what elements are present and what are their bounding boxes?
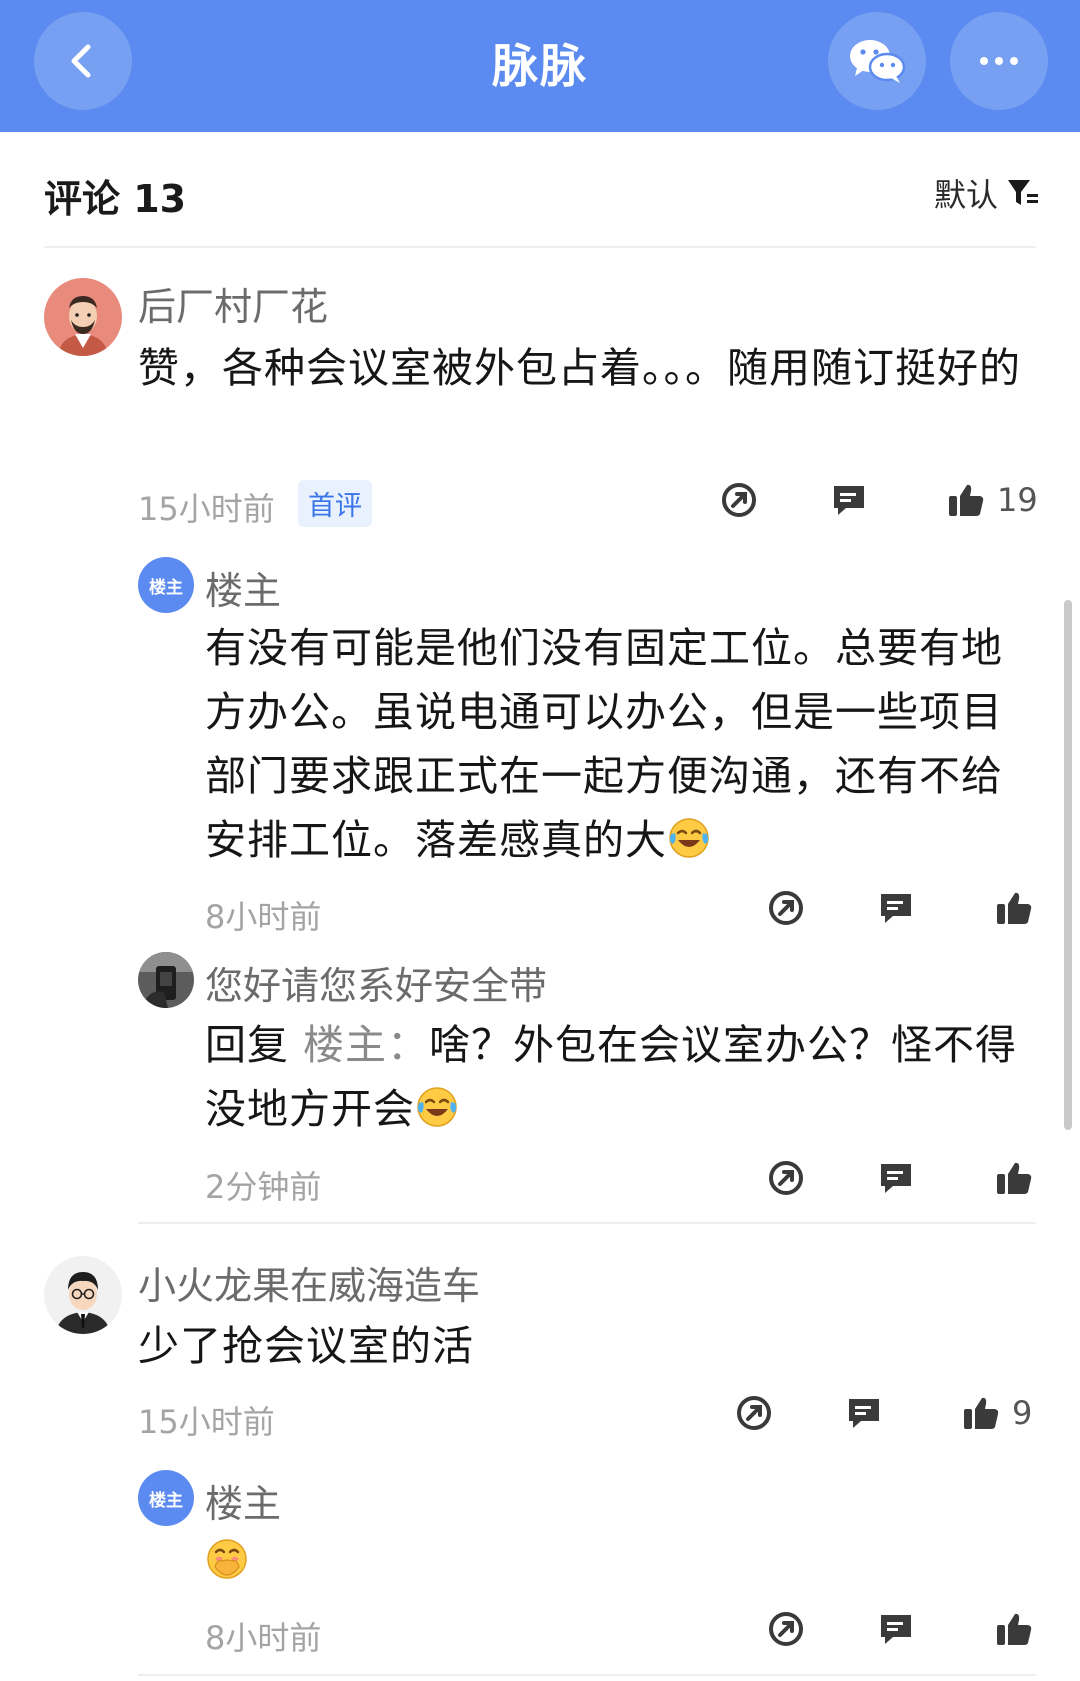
comment-bubble-icon: [881, 1615, 911, 1644]
share-button[interactable]: [767, 1610, 805, 1648]
first-comment-tag: 首评: [298, 480, 372, 527]
wechat-icon: [850, 40, 906, 83]
more-options-button[interactable]: [950, 12, 1048, 110]
reply-button[interactable]: [845, 1394, 883, 1432]
thumbs-up-icon: [997, 892, 1032, 924]
like-button[interactable]: 19: [947, 481, 1038, 519]
comment-bubble-icon: [881, 894, 911, 923]
thumbs-up-icon: [997, 1162, 1032, 1194]
reply-target[interactable]: 楼主：: [303, 1021, 429, 1069]
reply-username[interactable]: 楼主: [205, 560, 281, 615]
avatar[interactable]: [44, 1256, 122, 1334]
reply-text-body: 有没有可能是他们没有固定工位。总要有地方办公。虽说电通可以办公，但是一些项目部门…: [205, 624, 1003, 864]
like-count: 19: [997, 481, 1038, 519]
reply-username[interactable]: 楼主: [205, 1473, 281, 1528]
comment-bubble-icon: [834, 486, 864, 515]
op-badge: 楼主: [138, 1470, 194, 1526]
comment-text: 少了抢会议室的活: [138, 1322, 474, 1370]
comment-time: 15小时前: [138, 1403, 275, 1441]
like-button[interactable]: 9: [962, 1394, 1032, 1432]
thumbs-up-icon: [997, 1613, 1032, 1645]
reply-text: 有没有可能是他们没有固定工位。总要有地方办公。虽说电通可以办公，但是一些项目部门…: [205, 616, 1040, 872]
sort-selector[interactable]: 默认: [934, 170, 1040, 216]
share-icon: [722, 483, 756, 517]
share-icon: [769, 891, 803, 925]
laughing-tears-emoji: [669, 818, 709, 858]
reply-button[interactable]: [877, 889, 915, 927]
divider: [44, 246, 1036, 248]
sort-label: 默认: [933, 176, 998, 214]
reply-time: 2分钟前: [205, 1168, 322, 1206]
comment-time: 15小时前: [138, 490, 275, 528]
comments-count-heading: 评论 13: [44, 177, 187, 221]
divider: [138, 1222, 1036, 1224]
reply-button[interactable]: [877, 1159, 915, 1197]
share-button[interactable]: [767, 889, 805, 927]
reply-prefix: 回复: [205, 1021, 289, 1069]
reply-username[interactable]: 您好请您系好安全带: [205, 955, 547, 1010]
like-count: 9: [1012, 1394, 1033, 1432]
reply-button[interactable]: [877, 1610, 915, 1648]
share-icon: [769, 1161, 803, 1195]
avatar[interactable]: [44, 278, 122, 356]
laughing-tears-emoji: [417, 1087, 457, 1127]
comment-bubble-icon: [881, 1164, 911, 1193]
comment-username[interactable]: 后厂村厂花: [138, 276, 328, 331]
reply-content: [205, 1537, 249, 1585]
avatar[interactable]: [138, 952, 194, 1008]
thumbs-up-icon: [949, 484, 984, 516]
comment-text: 赞，各种会议室被外包占着。。。随用随订挺好的: [138, 344, 1021, 392]
more-dots-icon: [980, 57, 1018, 65]
user-avatar-icon: [138, 952, 194, 1008]
like-button[interactable]: [995, 889, 1033, 927]
reply-time: 8小时前: [205, 898, 322, 936]
op-badge: 楼主: [138, 557, 194, 613]
reply-time: 8小时前: [205, 1619, 322, 1657]
share-icon: [769, 1612, 803, 1646]
wechat-share-button[interactable]: [828, 12, 926, 110]
filter-icon: [1008, 180, 1038, 205]
user-avatar-icon: [44, 1256, 122, 1334]
comment-bubble-icon: [849, 1399, 879, 1428]
reply-text: 回复 楼主：啥？外包在会议室办公？怪不得没地方开会: [205, 1013, 1040, 1141]
share-icon: [737, 1396, 771, 1430]
top-bar: 脉脉: [0, 0, 1080, 132]
thumbs-up-icon: [964, 1397, 999, 1429]
share-button[interactable]: [720, 481, 758, 519]
reply-button[interactable]: [830, 481, 868, 519]
divider: [138, 1674, 1036, 1676]
like-button[interactable]: [995, 1159, 1033, 1197]
scrollbar[interactable]: [1064, 600, 1072, 1130]
share-button[interactable]: [767, 1159, 805, 1197]
share-button[interactable]: [735, 1394, 773, 1432]
user-avatar-icon: [44, 278, 122, 356]
like-button[interactable]: [995, 1610, 1033, 1648]
comment-username[interactable]: 小火龙果在威海造车: [138, 1255, 480, 1310]
face-covering-mouth-emoji: [207, 1539, 247, 1579]
